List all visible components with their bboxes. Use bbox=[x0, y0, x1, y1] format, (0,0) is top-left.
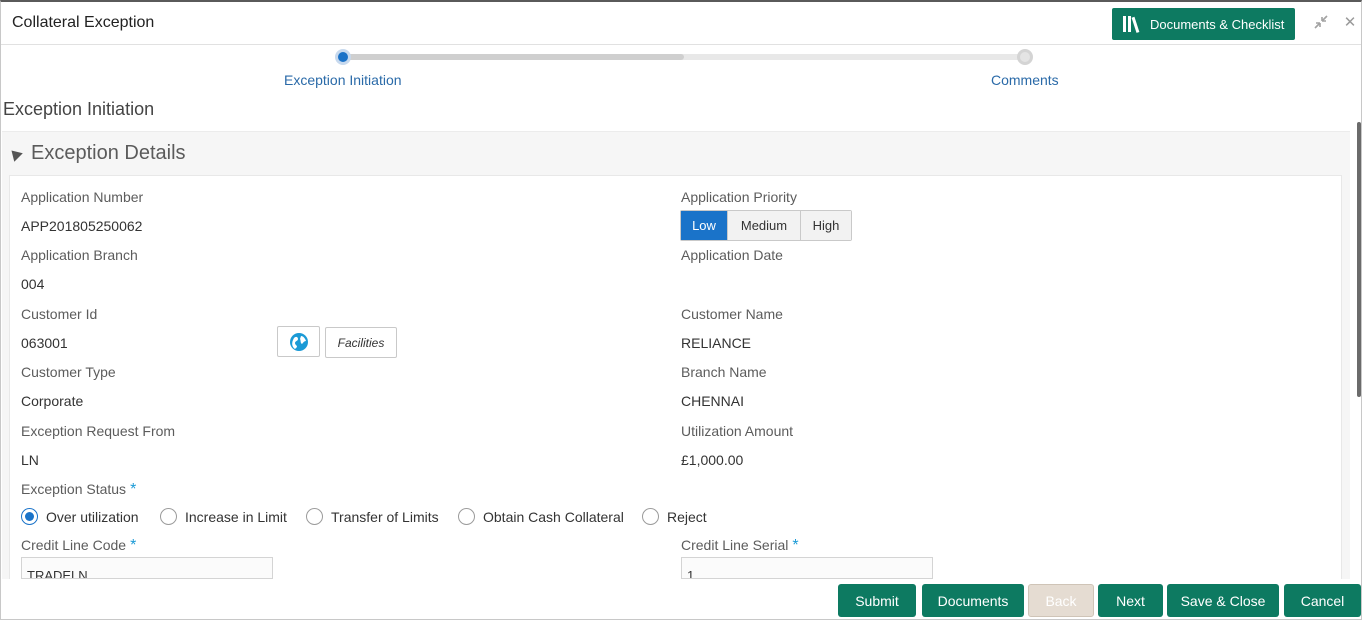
exception-request-from-label: Exception Request From bbox=[21, 423, 176, 439]
credit-line-code-label: Credit Line Code * bbox=[21, 537, 136, 555]
branch-name-value: CHENNAI bbox=[681, 393, 745, 409]
priority-high-button[interactable]: High bbox=[801, 211, 851, 240]
documents-checklist-button[interactable]: Documents & Checklist bbox=[1112, 8, 1295, 40]
radio-label: Reject bbox=[667, 508, 707, 525]
utilization-amount-label: Utilization Amount bbox=[681, 423, 794, 439]
radio-circle[interactable] bbox=[21, 508, 38, 525]
radio-label: Increase in Limit bbox=[185, 508, 287, 525]
radio-circle[interactable] bbox=[458, 508, 475, 525]
vertical-scrollbar[interactable] bbox=[1357, 122, 1361, 397]
application-branch-value: 004 bbox=[21, 276, 45, 292]
exception-status-label-text: Exception Status bbox=[21, 481, 127, 497]
radio-over-utilization[interactable]: Over utilization bbox=[21, 508, 139, 525]
facilities-button[interactable]: Facilities bbox=[325, 327, 397, 358]
progress-fill bbox=[343, 54, 684, 60]
customer-id-label: Customer Id bbox=[21, 306, 98, 322]
application-priority-toggle: Low Medium High bbox=[680, 210, 852, 241]
save-close-button[interactable]: Save & Close bbox=[1167, 584, 1279, 617]
panel-header[interactable]: Exception Details bbox=[2, 132, 1350, 174]
collateral-exception-window: Collateral Exception Documents & Checkli… bbox=[0, 0, 1362, 620]
radio-circle[interactable] bbox=[160, 508, 177, 525]
credit-line-serial-input[interactable]: 1 bbox=[681, 557, 933, 579]
exception-status-label: Exception Status * bbox=[21, 481, 136, 499]
library-books-icon bbox=[1123, 16, 1140, 33]
progress-track bbox=[343, 54, 1025, 60]
step-label-exception-initiation[interactable]: Exception Initiation bbox=[284, 72, 402, 88]
radio-increase-in-limit[interactable]: Increase in Limit bbox=[160, 508, 287, 525]
credit-line-serial-label-text: Credit Line Serial bbox=[681, 537, 789, 553]
step-dot-comments[interactable] bbox=[1017, 49, 1033, 65]
radio-label: Transfer of Limits bbox=[331, 508, 439, 525]
back-button[interactable]: Back bbox=[1028, 584, 1094, 617]
radio-label: Obtain Cash Collateral bbox=[483, 508, 624, 525]
customer-name-label: Customer Name bbox=[681, 306, 783, 322]
application-number-value: APP201805250062 bbox=[21, 218, 143, 234]
window-header: Collateral Exception Documents & Checkli… bbox=[1, 2, 1361, 45]
application-priority-label: Application Priority bbox=[681, 189, 797, 205]
required-marker: * bbox=[792, 537, 799, 554]
submit-button[interactable]: Submit bbox=[838, 584, 916, 617]
radio-circle[interactable] bbox=[642, 508, 659, 525]
next-button[interactable]: Next bbox=[1098, 584, 1163, 617]
close-icon[interactable]: ✕ bbox=[1341, 14, 1359, 32]
radio-reject[interactable]: Reject bbox=[642, 508, 707, 525]
customer-id-value: 063001 bbox=[21, 335, 68, 351]
page-title: Exception Initiation bbox=[3, 99, 155, 119]
exception-request-from-value: LN bbox=[21, 452, 39, 468]
radio-transfer-of-limits[interactable]: Transfer of Limits bbox=[306, 508, 439, 525]
footer-action-bar: Submit Documents Back Next Save & Close … bbox=[1, 579, 1361, 619]
application-branch-label: Application Branch bbox=[21, 247, 138, 263]
radio-label: Over utilization bbox=[46, 508, 139, 525]
branch-name-label: Branch Name bbox=[681, 364, 767, 380]
documents-checklist-label: Documents & Checklist bbox=[1150, 16, 1285, 32]
priority-medium-button[interactable]: Medium bbox=[728, 211, 801, 240]
priority-low-button[interactable]: Low bbox=[681, 211, 728, 240]
radio-obtain-cash-collateral[interactable]: Obtain Cash Collateral bbox=[458, 508, 624, 525]
application-date-label: Application Date bbox=[681, 247, 783, 263]
step-label-comments[interactable]: Comments bbox=[991, 72, 1059, 88]
customer-name-value: RELIANCE bbox=[681, 335, 752, 351]
credit-line-code-input[interactable]: TRADELN bbox=[21, 557, 273, 579]
cancel-button[interactable]: Cancel bbox=[1284, 584, 1361, 617]
shrink-icon[interactable] bbox=[1312, 14, 1330, 32]
step-dot-exception-initiation[interactable] bbox=[335, 49, 351, 65]
required-marker: * bbox=[130, 537, 137, 554]
credit-line-code-label-text: Credit Line Code bbox=[21, 537, 127, 553]
customer-type-value: Corporate bbox=[21, 393, 84, 409]
window-title: Collateral Exception bbox=[12, 14, 155, 31]
utilization-amount-value: £1,000.00 bbox=[681, 452, 744, 468]
documents-button[interactable]: Documents bbox=[922, 584, 1024, 617]
globe-icon bbox=[289, 332, 308, 351]
customer-lookup-button[interactable] bbox=[277, 326, 320, 357]
panel-title: Exception Details bbox=[31, 141, 186, 164]
required-marker: * bbox=[130, 481, 137, 498]
collapse-triangle-icon[interactable] bbox=[7, 146, 23, 162]
credit-line-serial-label: Credit Line Serial * bbox=[681, 537, 799, 555]
radio-circle[interactable] bbox=[306, 508, 323, 525]
application-number-label: Application Number bbox=[21, 189, 144, 205]
customer-type-label: Customer Type bbox=[21, 364, 116, 380]
